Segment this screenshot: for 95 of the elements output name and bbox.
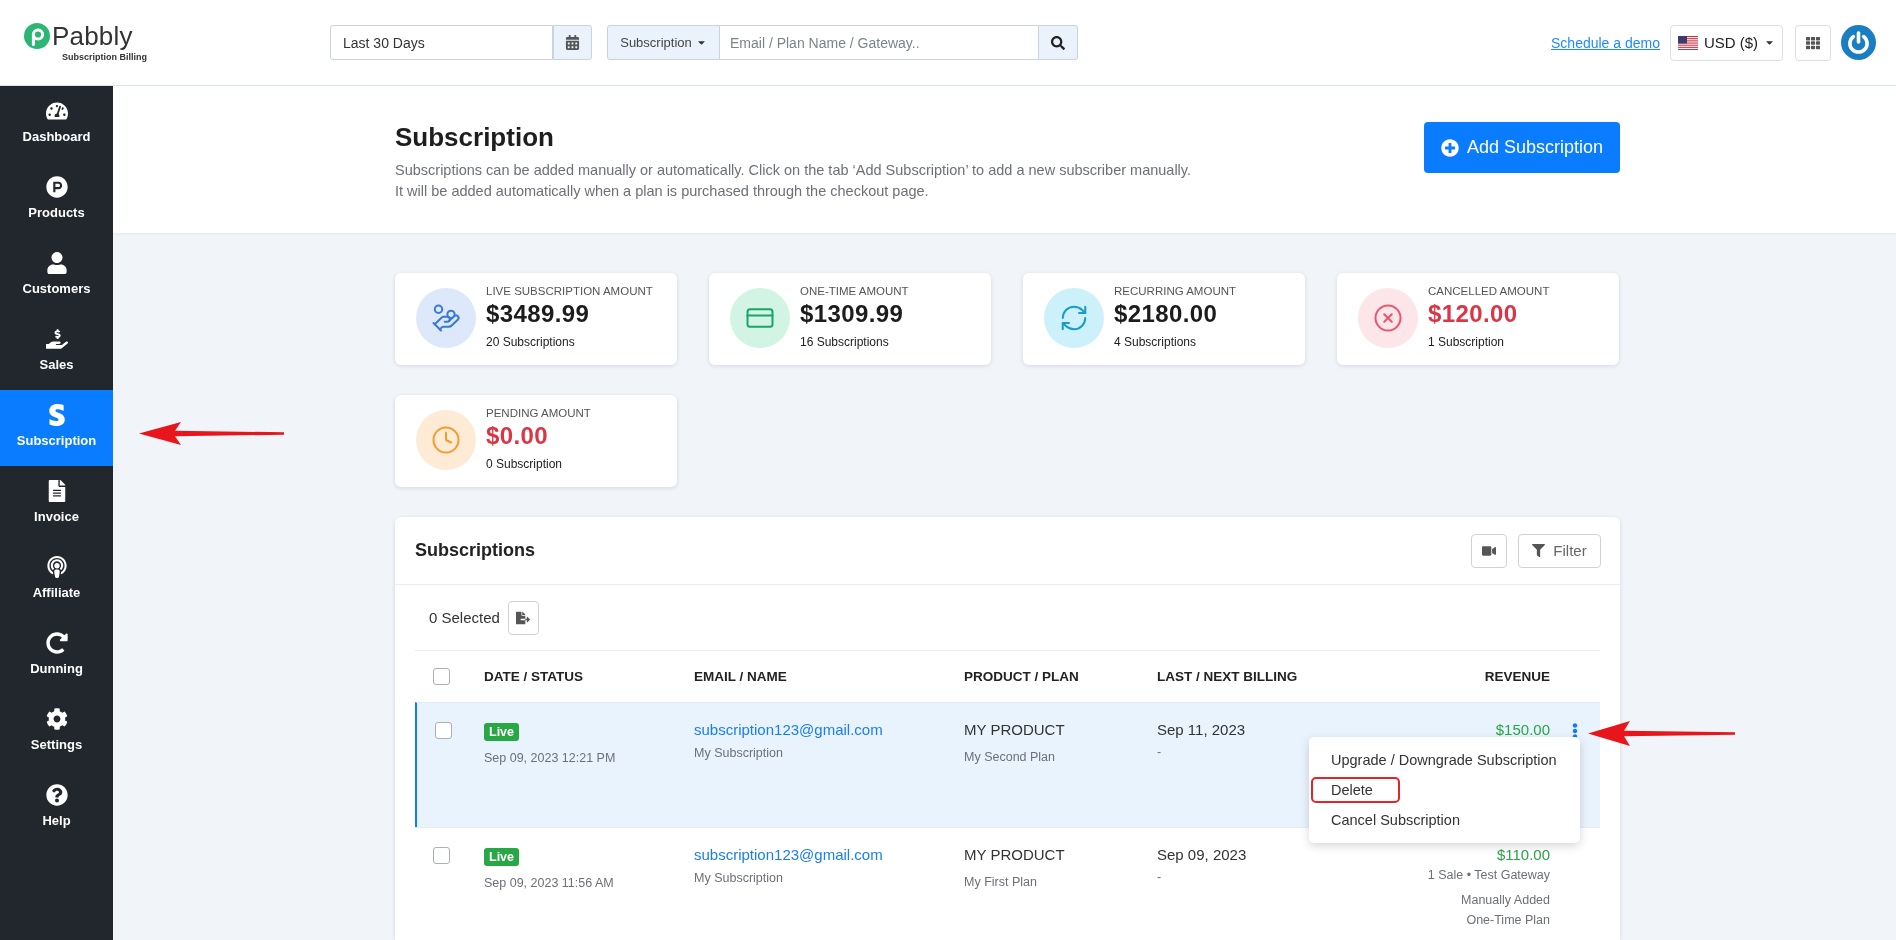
clock-icon xyxy=(416,410,476,470)
billing-date: Sep 11, 2023 xyxy=(1157,720,1246,740)
sidebar-item[interactable]: Affiliate xyxy=(0,542,113,618)
apps-button[interactable] xyxy=(1795,24,1831,61)
redo-icon xyxy=(45,632,68,654)
add-subscription-button[interactable]: Add Subscription xyxy=(1424,122,1620,173)
column-header: DATE / STATUS xyxy=(484,669,583,684)
plan-text: My Second Plan xyxy=(964,749,1056,766)
menu-item[interactable]: Delete xyxy=(1309,775,1580,805)
stat-label: ONE-TIME AMOUNT xyxy=(800,284,909,299)
video-camera-icon xyxy=(1482,543,1496,558)
grid-icon xyxy=(1806,35,1820,50)
next-billing-text: - xyxy=(1157,869,1162,886)
stat-amount: $120.00 xyxy=(1428,299,1519,329)
product-text: MY PRODUCT xyxy=(964,720,1065,740)
checkbox[interactable] xyxy=(433,668,450,685)
gauge-icon xyxy=(45,100,68,122)
currency-dropdown[interactable]: USD ($) xyxy=(1670,24,1783,61)
status-badge: Live xyxy=(484,723,519,741)
stat-count: 4 Subscriptions xyxy=(1114,334,1198,350)
stat-label: CANCELLED AMOUNT xyxy=(1428,284,1550,299)
flag-icon xyxy=(1677,35,1698,50)
hand-dollar-icon xyxy=(45,328,68,350)
sidebar-item[interactable]: Help xyxy=(0,770,113,846)
search-field[interactable]: Email / Plan Name / Gateway.. xyxy=(720,25,1038,60)
email-link[interactable]: subscription123@gmail.com xyxy=(694,719,883,741)
plan-text: My First Plan xyxy=(964,874,1037,891)
column-header: EMAIL / NAME xyxy=(694,669,787,684)
stat-amount: $2180.00 xyxy=(1114,299,1219,329)
date-text: Sep 09, 2023 12:21 PM xyxy=(484,750,616,767)
column-header: PRODUCT / PLAN xyxy=(964,669,1079,684)
search-button[interactable] xyxy=(1038,25,1078,60)
logo-name: Pabbly xyxy=(52,22,133,50)
name-text: My Subscription xyxy=(694,745,783,762)
export-icon xyxy=(516,610,531,625)
filter-icon xyxy=(1532,544,1546,557)
refresh-icon xyxy=(1044,288,1104,348)
calendar-icon xyxy=(565,35,580,50)
stat-count: 1 Subscription xyxy=(1428,334,1506,350)
menu-item[interactable]: Upgrade / Downgrade Subscription xyxy=(1309,745,1580,775)
checkbox[interactable] xyxy=(433,847,450,864)
checkbox[interactable] xyxy=(435,722,452,739)
sidebar-item[interactable]: Dunning xyxy=(0,618,113,694)
stat-amount: $1309.99 xyxy=(800,299,905,329)
stat-count: 20 Subscriptions xyxy=(486,334,576,350)
sidebar-item[interactable]: Subscription xyxy=(0,390,113,466)
search-icon xyxy=(1051,35,1065,50)
stat-count: 16 Subscriptions xyxy=(800,334,890,350)
plan-type-text: One-Time Plan xyxy=(1466,912,1550,929)
billing-date: Sep 09, 2023 xyxy=(1157,845,1247,865)
selected-count: 0 Selected xyxy=(429,609,500,626)
date-text: Sep 09, 2023 11:56 AM xyxy=(484,875,614,892)
user-icon xyxy=(45,252,68,274)
help-icon xyxy=(45,784,68,806)
name-text: My Subscription xyxy=(694,870,783,887)
date-range-field[interactable]: Last 30 Days xyxy=(330,25,553,60)
credit-card-icon xyxy=(730,288,790,348)
card-title: Subscriptions xyxy=(415,540,535,561)
column-header: REVENUE xyxy=(1484,669,1550,684)
menu-item[interactable]: Cancel Subscription xyxy=(1309,805,1580,835)
description-text: It will be added automatically when a plan is purchased through the checkout page. xyxy=(395,182,930,201)
email-link[interactable]: subscription123@gmail.com xyxy=(694,844,883,866)
revenue-amount: $110.00 xyxy=(1496,845,1550,865)
stat-label: RECURRING AMOUNT xyxy=(1114,284,1237,299)
revenue-amount: $150.00 xyxy=(1495,720,1550,740)
stat-label: PENDING AMOUNT xyxy=(486,406,591,421)
logo-icon xyxy=(24,22,50,49)
hand-coins-icon xyxy=(416,288,476,348)
next-billing-text: - xyxy=(1157,744,1162,761)
column-header: LAST / NEXT BILLING xyxy=(1157,669,1298,684)
product-text: MY PRODUCT xyxy=(964,845,1065,865)
stat-amount: $3489.99 xyxy=(486,299,591,329)
stat-amount: $0.00 xyxy=(486,421,550,451)
page-title: Subscription xyxy=(395,121,555,154)
origin-text: Manually Added xyxy=(1461,892,1550,909)
filter-button[interactable]: Filter xyxy=(1518,533,1601,568)
power-icon[interactable] xyxy=(1841,25,1876,60)
sidebar-item[interactable]: Invoice xyxy=(0,466,113,542)
video-button[interactable] xyxy=(1471,533,1507,568)
stat-label: LIVE SUBSCRIPTION AMOUNT xyxy=(486,284,653,299)
export-button[interactable] xyxy=(507,600,539,635)
logo-tagline: Subscription Billing xyxy=(62,51,147,63)
description-text: Subscriptions can be added manually or automatically. Click on the tab ‘Add Subscription’ to add a new subscriber manually. xyxy=(395,161,1192,180)
sidebar-item[interactable]: Sales xyxy=(0,314,113,390)
sidebar-item[interactable]: Settings xyxy=(0,694,113,770)
sidebar-item[interactable]: Products xyxy=(0,162,113,238)
stat-count: 0 Subscription xyxy=(486,456,564,472)
sidebar-item[interactable]: Customers xyxy=(0,238,113,314)
search-scope-dropdown[interactable]: Subscription xyxy=(607,25,720,60)
sidebar-item[interactable]: Dashboard xyxy=(0,86,113,162)
sale-info-text: 1 Sale • Test Gateway xyxy=(1427,867,1550,884)
status-badge: Live xyxy=(484,848,519,866)
broadcast-icon xyxy=(45,556,68,578)
settings-icon xyxy=(45,708,68,730)
calendar-button[interactable] xyxy=(553,25,592,60)
